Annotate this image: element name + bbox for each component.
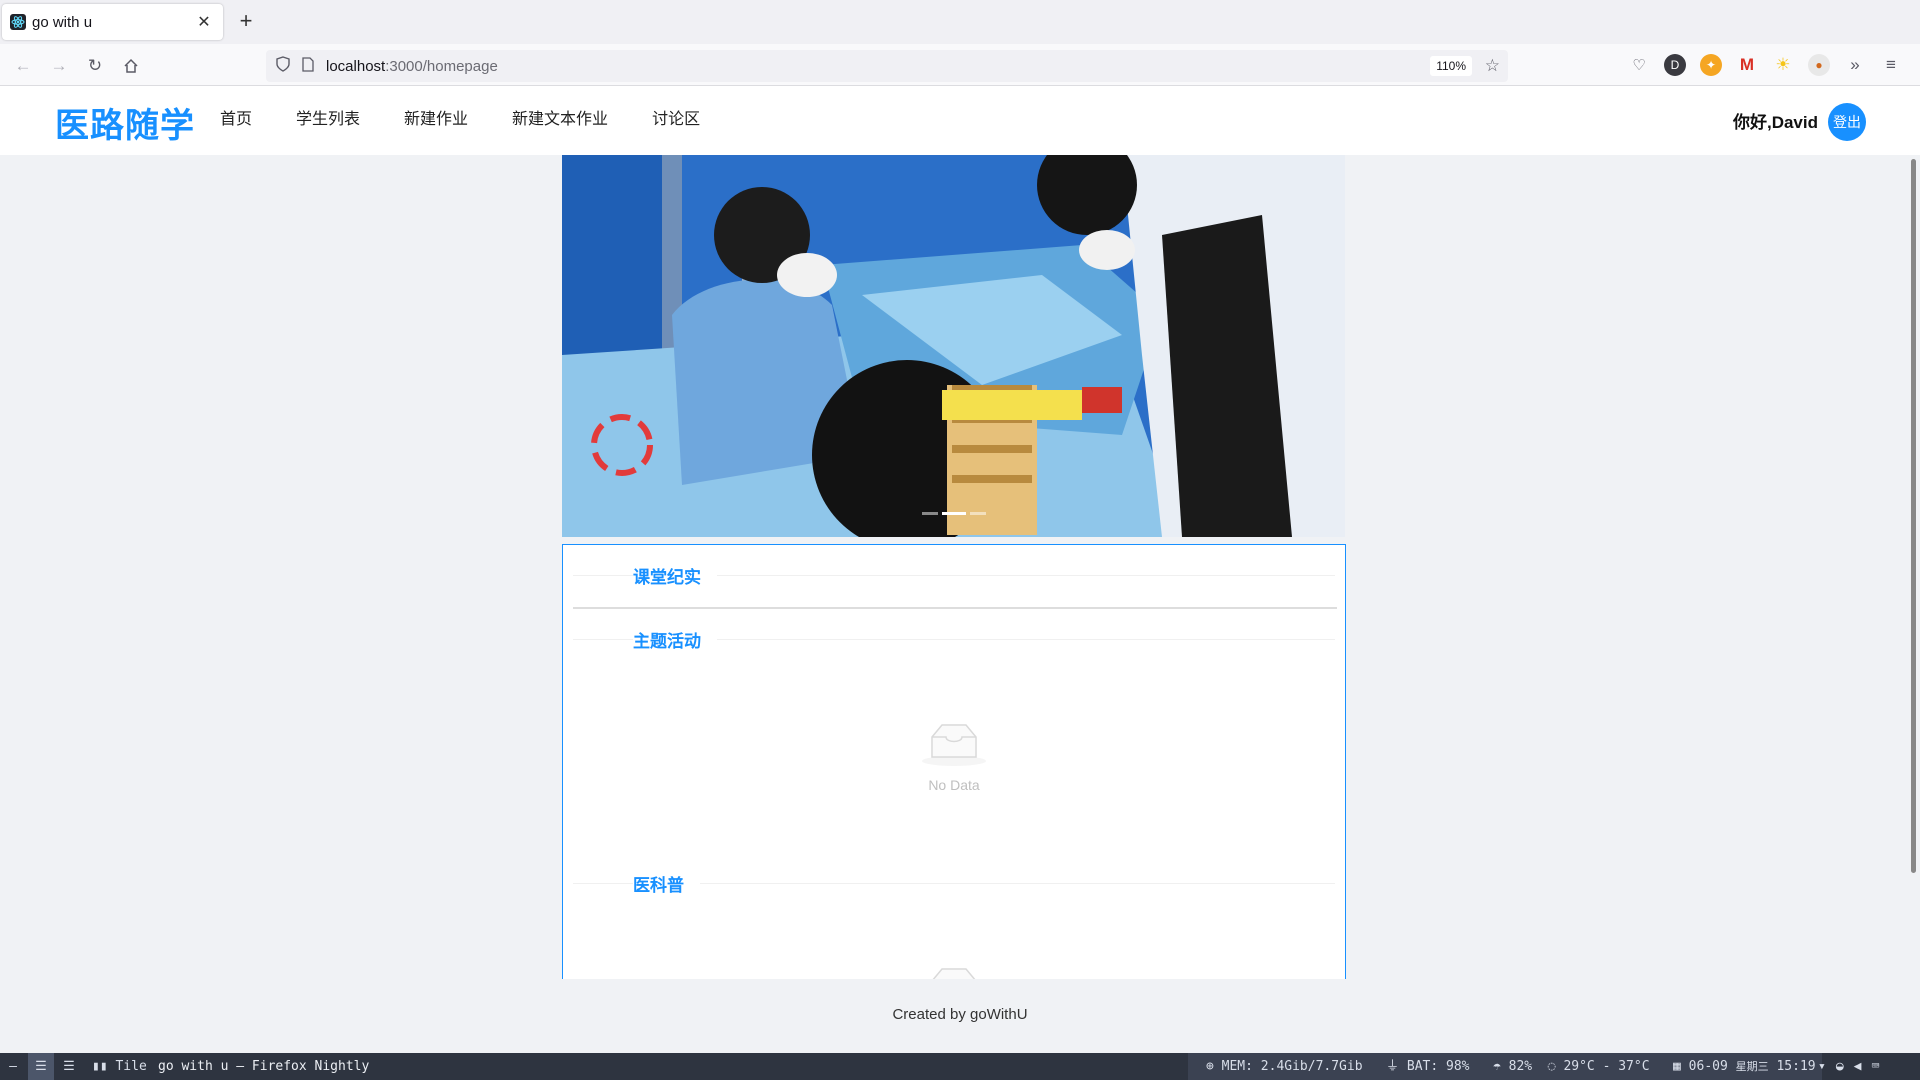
temperature-status: 29°C - 37°C: [1563, 1059, 1650, 1074]
workspace-3[interactable]: ☰: [56, 1053, 82, 1080]
browser-tab[interactable]: go with u ✕: [2, 4, 223, 40]
new-tab-button[interactable]: +: [234, 10, 258, 34]
zoom-level-badge[interactable]: 110%: [1430, 56, 1472, 76]
workspace-2[interactable]: ☰: [28, 1053, 54, 1080]
title-line: [573, 883, 633, 884]
extension-bottle-icon[interactable]: ●: [1808, 54, 1830, 76]
title-line: [717, 639, 1335, 640]
url-path: :3000/homepage: [385, 57, 498, 75]
carousel-dot-active[interactable]: [941, 512, 966, 515]
workspace-1[interactable]: —: [0, 1053, 26, 1080]
keyboard-icon[interactable]: ⌨: [1871, 1059, 1879, 1074]
app-logo[interactable]: 医路随学: [55, 98, 195, 147]
user-greeting: 你好,David: [1732, 113, 1818, 132]
banner-photo: [562, 155, 1345, 537]
battery-icon: ⏚: [1386, 1059, 1400, 1074]
pocket-icon[interactable]: ♡: [1628, 54, 1650, 76]
page-icon[interactable]: [302, 56, 314, 76]
network-icon[interactable]: ▾: [1818, 1059, 1826, 1074]
time-status: 15:19: [1776, 1059, 1816, 1074]
volume-icon[interactable]: ◀: [1854, 1059, 1862, 1074]
page-footer: Created by goWithU: [892, 1006, 1028, 1023]
banner-carousel[interactable]: [562, 155, 1345, 537]
title-line: [700, 883, 1335, 884]
empty-inbox-icon: [922, 724, 986, 766]
wifi-icon[interactable]: ◒: [1836, 1059, 1844, 1074]
weekday-status: 星期三: [1735, 1060, 1769, 1073]
carousel-dots: [921, 512, 986, 515]
hamburger-menu-icon[interactable]: ≡: [1880, 54, 1902, 76]
section-medical-science: 医科普: [563, 871, 1345, 896]
browser-nav-bar: ← → ↻ localhost:3000/homepage 110% ☆ ♡ D…: [0, 44, 1920, 86]
section-title: 医科普: [633, 876, 684, 895]
window-title: go with u — Firefox Nightly: [158, 1059, 370, 1074]
section-title: 主题活动: [633, 632, 701, 651]
extension-toolbar: ♡ D ✦ M ☀ ● » ≡: [1628, 54, 1902, 76]
layout-indicator[interactable]: ▮▮ Tile: [92, 1053, 147, 1080]
tab-title: go with u: [32, 13, 93, 31]
calendar-icon: ▦: [1673, 1059, 1681, 1074]
layout-label: Tile: [115, 1059, 147, 1074]
app-header: 医路随学 首页 学生列表 新建作业 新建文本作业 讨论区 你好,David 登出: [0, 86, 1920, 155]
scrollbar-thumb[interactable]: [1911, 159, 1916, 873]
gmail-icon[interactable]: M: [1736, 54, 1758, 76]
shield-icon[interactable]: [276, 56, 290, 76]
memory-icon: ⊕: [1206, 1059, 1214, 1074]
system-taskbar: — ☰ ☰ ▮▮ Tile go with u — Firefox Nightl…: [0, 1053, 1920, 1080]
title-line: [717, 575, 1335, 576]
carousel-dot[interactable]: [969, 512, 986, 515]
carousel-dot[interactable]: [921, 512, 938, 515]
menu-item-new-homework[interactable]: 新建作业: [382, 86, 490, 155]
brightness-icon: ☂: [1492, 1059, 1501, 1074]
forward-arrow-icon[interactable]: →: [45, 52, 73, 80]
memory-status: MEM: 2.4Gib/7.7Gib: [1221, 1059, 1363, 1074]
battery-status: BAT: 98%: [1406, 1059, 1470, 1074]
url-bar[interactable]: localhost:3000/homepage 110% ☆: [266, 50, 1508, 82]
logout-button[interactable]: 登出: [1828, 103, 1866, 141]
extension-orange-icon[interactable]: ✦: [1700, 54, 1722, 76]
page-scrollbar[interactable]: [1908, 155, 1920, 1053]
sun-icon[interactable]: ☀: [1772, 54, 1794, 76]
weather-icon: ◌: [1547, 1059, 1556, 1074]
overflow-chevron-icon[interactable]: »: [1844, 54, 1866, 76]
section-classroom-record: 课堂纪实: [563, 563, 1345, 588]
section-divider: [573, 607, 1337, 609]
reload-icon[interactable]: ↻: [81, 52, 109, 80]
menu-item-student-list[interactable]: 学生列表: [274, 86, 382, 155]
system-tray: ▾ ◒ ◀ ⌨: [1812, 1053, 1879, 1080]
empty-state: No Data: [563, 721, 1345, 793]
empty-inbox-icon: [932, 968, 976, 979]
date-status: 06-09: [1688, 1059, 1728, 1074]
section-theme-activity: 主题活动: [563, 627, 1345, 652]
empty-state: [563, 965, 1345, 979]
title-line: [573, 639, 633, 640]
menu-item-home[interactable]: 首页: [198, 86, 274, 155]
brightness-status: 82%: [1508, 1059, 1533, 1074]
menu-item-discussion[interactable]: 讨论区: [630, 86, 722, 155]
browser-tab-bar: go with u ✕ +: [0, 0, 1920, 44]
menu-item-new-text-homework[interactable]: 新建文本作业: [490, 86, 630, 155]
empty-text: No Data: [928, 777, 980, 793]
back-arrow-icon[interactable]: ←: [9, 52, 37, 80]
url-host: localhost: [326, 57, 386, 75]
status-bar: ⊕ MEM: 2.4Gib/7.7Gib ⏚ BAT: 98% ☂ 82% ◌ …: [1188, 1053, 1822, 1080]
page-content: 课堂纪实 主题活动 No Data 医科普: [0, 155, 1920, 979]
title-line: [573, 575, 633, 576]
profile-d-icon[interactable]: D: [1664, 54, 1686, 76]
close-tab-icon[interactable]: ✕: [195, 12, 213, 32]
section-title: 课堂纪实: [633, 568, 701, 587]
react-favicon-icon: [10, 14, 26, 30]
content-card: 课堂纪实 主题活动 No Data 医科普: [562, 544, 1346, 979]
home-icon[interactable]: [117, 52, 145, 80]
main-menu: 首页 学生列表 新建作业 新建文本作业 讨论区: [198, 86, 722, 155]
bookmark-star-icon[interactable]: ☆: [1485, 56, 1500, 76]
